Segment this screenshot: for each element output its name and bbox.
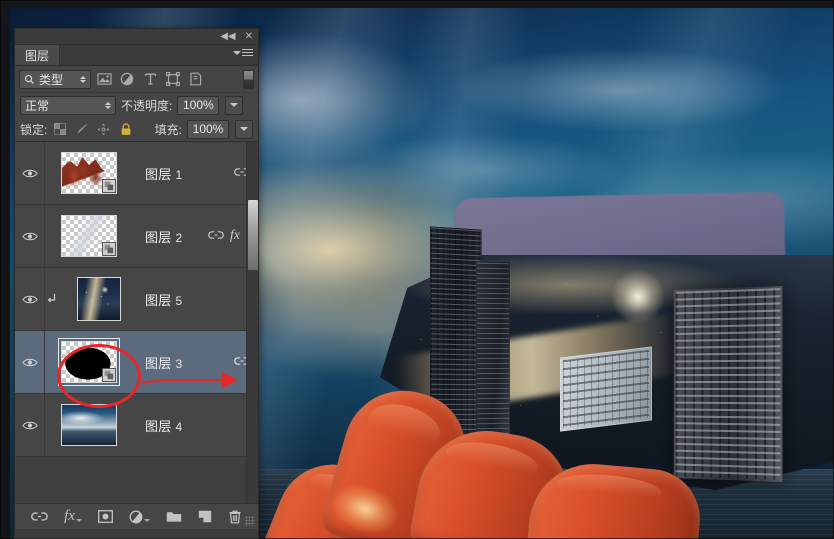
layer-number-text: 3 — [175, 356, 183, 371]
blend-mode-value: 正常 — [25, 98, 50, 113]
panel-footer — [15, 529, 258, 538]
tab-layers-label: 图层 — [25, 48, 50, 63]
layer-thumbnail[interactable] — [61, 152, 117, 194]
layer-visibility-toggle[interactable] — [15, 331, 45, 393]
smart-object-badge-icon — [102, 179, 116, 193]
layer-visibility-toggle[interactable] — [15, 394, 45, 456]
layer-name-text: 图层 — [145, 166, 172, 182]
canvas-left-border — [0, 0, 10, 539]
canvas-top-border — [0, 0, 834, 8]
panel-titlebar: ◀◀ ✕ — [15, 29, 258, 45]
panel-tabstrip: 图层 — [15, 45, 258, 66]
filter-kind-select[interactable]: 类型 — [19, 69, 91, 89]
lock-position-icon[interactable] — [96, 122, 111, 137]
panel-resize-grip[interactable] — [245, 516, 255, 526]
layer-number-text: 5 — [175, 293, 183, 308]
new-adjustment-layer-button[interactable] — [129, 510, 150, 524]
filter-pixel-icon[interactable] — [94, 70, 114, 89]
collapse-icon[interactable]: ◀◀ — [220, 31, 235, 42]
layer-visibility-toggle[interactable] — [15, 205, 45, 267]
layer-link-icon[interactable] — [208, 229, 224, 243]
clipping-mask-icon — [45, 293, 59, 305]
lock-all-icon[interactable] — [118, 122, 133, 137]
layers-panel: ◀◀ ✕ 图层 类型 正常 不透明度: 100% 锁定: 填充: 100% 图层… — [14, 28, 259, 539]
layer-list[interactable]: 图层 1 图层 2 fx 图层 5 图层 3 图层 4 — [15, 141, 258, 503]
layer-number-text: 2 — [175, 230, 183, 245]
layer-thumbnail-cell[interactable] — [58, 338, 135, 386]
layer-name[interactable]: 图层 5 — [135, 290, 250, 309]
lock-image-pixels-icon[interactable] — [74, 122, 89, 137]
filter-shape-icon[interactable] — [163, 70, 183, 89]
fill-input[interactable]: 100% — [187, 119, 229, 139]
layer-row-2[interactable]: 图层 2 fx — [15, 205, 258, 268]
delete-layer-button[interactable] — [228, 510, 242, 524]
midrise-building-artwork — [560, 346, 652, 432]
fill-label: 填充: — [154, 122, 182, 137]
filter-enable-toggle[interactable] — [243, 69, 254, 89]
filter-adjustment-icon[interactable] — [117, 70, 137, 89]
eye-icon — [21, 295, 38, 303]
search-icon — [25, 74, 34, 84]
eye-icon — [21, 358, 38, 366]
filter-type-icon[interactable] — [140, 70, 160, 89]
layer-thumbnail[interactable] — [77, 277, 121, 321]
layer-name-text: 图层 — [145, 292, 172, 308]
filter-smartobject-icon[interactable] — [186, 70, 206, 89]
eye-icon — [21, 421, 38, 429]
layer-number-text: 4 — [175, 419, 183, 434]
opacity-label: 不透明度: — [121, 98, 173, 113]
layer-thumbnail-cell[interactable] — [59, 152, 135, 194]
layer-row-1[interactable]: 图层 1 — [15, 142, 258, 205]
opacity-dropdown-button[interactable] — [225, 95, 244, 115]
layer-name[interactable]: 图层 3 — [135, 353, 234, 372]
main-tower-artwork — [673, 285, 783, 483]
layer-thumbnail-cell[interactable] — [59, 215, 135, 257]
link-layers-button[interactable] — [31, 511, 48, 522]
add-layer-mask-button[interactable] — [97, 510, 113, 523]
photoshop-window: ◀◀ ✕ 图层 类型 正常 不透明度: 100% 锁定: 填充: 100% 图层… — [0, 0, 834, 539]
layer-name[interactable]: 图层 2 — [135, 227, 208, 246]
eye-icon — [21, 169, 38, 177]
lock-label: 锁定: — [20, 122, 48, 137]
layer-name-text: 图层 — [145, 229, 172, 245]
smart-object-badge-icon — [102, 242, 116, 256]
opacity-input[interactable]: 100% — [177, 95, 220, 115]
new-group-button[interactable] — [166, 510, 182, 523]
layer-list-scrollbar[interactable] — [246, 142, 258, 503]
layer-thumbnail[interactable] — [61, 404, 117, 446]
lock-transparent-pixels-icon[interactable] — [52, 122, 67, 137]
lock-row: 锁定: 填充: 100% — [15, 117, 258, 141]
mid-skyscraper-artwork — [475, 261, 510, 453]
layer-row-3[interactable]: 图层 3 — [15, 331, 258, 394]
layers-panel-toolbar: fx — [15, 503, 258, 529]
layer-row-5[interactable]: 图层 5 — [15, 268, 258, 331]
layer-thumbnail-cell[interactable] — [59, 404, 135, 446]
layer-thumbnail-cell[interactable] — [59, 277, 135, 321]
close-icon[interactable]: ✕ — [245, 31, 253, 42]
fill-dropdown-button[interactable] — [235, 119, 253, 139]
layer-number-text: 1 — [175, 167, 183, 182]
layer-thumbnail[interactable] — [58, 338, 120, 386]
layer-style-fx-button[interactable]: fx — [64, 509, 82, 524]
layer-fx-icon[interactable]: fx — [230, 228, 240, 244]
layer-row-4[interactable]: 图层 4 — [15, 394, 258, 457]
filter-kind-label: 类型 — [39, 72, 64, 87]
eye-icon — [21, 232, 38, 240]
layer-list-scrollbar-thumb[interactable] — [248, 200, 258, 270]
tab-layers[interactable]: 图层 — [15, 45, 61, 65]
layer-name-text: 图层 — [145, 355, 172, 371]
blend-mode-select[interactable]: 正常 — [20, 95, 116, 115]
layer-visibility-toggle[interactable] — [15, 142, 45, 204]
panel-menu-icon[interactable] — [233, 49, 253, 56]
layer-name[interactable]: 图层 1 — [135, 164, 234, 183]
layer-name-text: 图层 — [145, 418, 172, 434]
layer-name[interactable]: 图层 4 — [135, 416, 250, 435]
layer-filter-row: 类型 — [15, 66, 258, 93]
smart-object-badge-icon — [102, 368, 116, 382]
new-layer-button[interactable] — [198, 510, 212, 523]
blend-mode-row: 正常 不透明度: 100% — [15, 93, 258, 117]
layer-visibility-toggle[interactable] — [15, 268, 45, 330]
layer-thumbnail[interactable] — [61, 215, 117, 257]
